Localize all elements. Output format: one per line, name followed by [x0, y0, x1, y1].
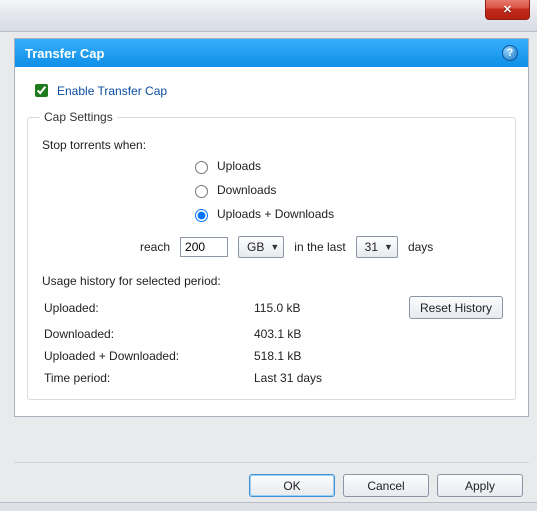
section-header: Transfer Cap ?: [15, 39, 528, 67]
radio-both[interactable]: Uploads + Downloads: [190, 206, 503, 222]
reach-unit-value: GB: [247, 240, 264, 254]
stop-torrents-label: Stop torrents when:: [42, 138, 503, 152]
reset-history-button[interactable]: Reset History: [409, 296, 503, 319]
section-body: Enable Transfer Cap Cap Settings Stop to…: [15, 67, 528, 416]
downloaded-label: Downloaded:: [44, 327, 254, 341]
time-period-value: Last 31 days: [254, 371, 374, 385]
radio-downloads-input[interactable]: [195, 185, 208, 198]
enable-transfer-cap-checkbox[interactable]: Enable Transfer Cap: [31, 81, 516, 100]
reach-unit-select[interactable]: GB ▼: [238, 236, 284, 258]
usage-history-grid: Uploaded: 115.0 kB Reset History Downloa…: [44, 296, 503, 385]
upload-download-label: Uploaded + Downloaded:: [44, 349, 254, 363]
enable-checkbox-label: Enable Transfer Cap: [57, 84, 167, 98]
button-bar-separator: [14, 462, 529, 463]
upload-download-value: 518.1 kB: [254, 349, 374, 363]
in-last-label: in the last: [294, 240, 345, 254]
downloaded-value: 403.1 kB: [254, 327, 374, 341]
cancel-button[interactable]: Cancel: [343, 474, 429, 497]
usage-history-label: Usage history for selected period:: [42, 274, 503, 288]
window-close-button[interactable]: ✕: [485, 0, 530, 20]
window-title-bar: ✕: [0, 0, 537, 32]
period-value: 31: [365, 240, 378, 254]
close-icon: ✕: [503, 3, 512, 16]
days-label: days: [408, 240, 433, 254]
chevron-down-icon: ▼: [384, 242, 393, 252]
ok-button[interactable]: OK: [249, 474, 335, 497]
uploaded-label: Uploaded:: [44, 301, 254, 315]
stop-radio-group: Uploads Downloads Uploads + Downloads: [190, 158, 503, 222]
radio-downloads-label: Downloads: [217, 183, 276, 197]
time-period-label: Time period:: [44, 371, 254, 385]
cap-settings-group: Cap Settings Stop torrents when: Uploads…: [27, 110, 516, 400]
apply-button[interactable]: Apply: [437, 474, 523, 497]
cap-settings-legend: Cap Settings: [40, 110, 117, 124]
settings-panel: Transfer Cap ? Enable Transfer Cap Cap S…: [14, 38, 529, 417]
uploaded-value: 115.0 kB: [254, 301, 374, 315]
help-glyph: ?: [507, 47, 514, 59]
radio-both-input[interactable]: [195, 209, 208, 222]
help-icon[interactable]: ?: [502, 45, 518, 61]
radio-uploads[interactable]: Uploads: [190, 158, 503, 174]
reach-row: reach GB ▼ in the last 31 ▼ days: [140, 236, 503, 258]
reach-label: reach: [140, 240, 170, 254]
section-title: Transfer Cap: [25, 46, 104, 61]
radio-both-label: Uploads + Downloads: [217, 207, 334, 221]
dialog-button-bar: OK Cancel Apply: [249, 474, 523, 497]
reach-value-input[interactable]: [180, 237, 228, 257]
radio-downloads[interactable]: Downloads: [190, 182, 503, 198]
period-select[interactable]: 31 ▼: [356, 236, 398, 258]
radio-uploads-input[interactable]: [195, 161, 208, 174]
chevron-down-icon: ▼: [270, 242, 279, 252]
radio-uploads-label: Uploads: [217, 159, 261, 173]
enable-checkbox-input[interactable]: [35, 84, 48, 97]
status-bar-fragment: [0, 502, 537, 511]
